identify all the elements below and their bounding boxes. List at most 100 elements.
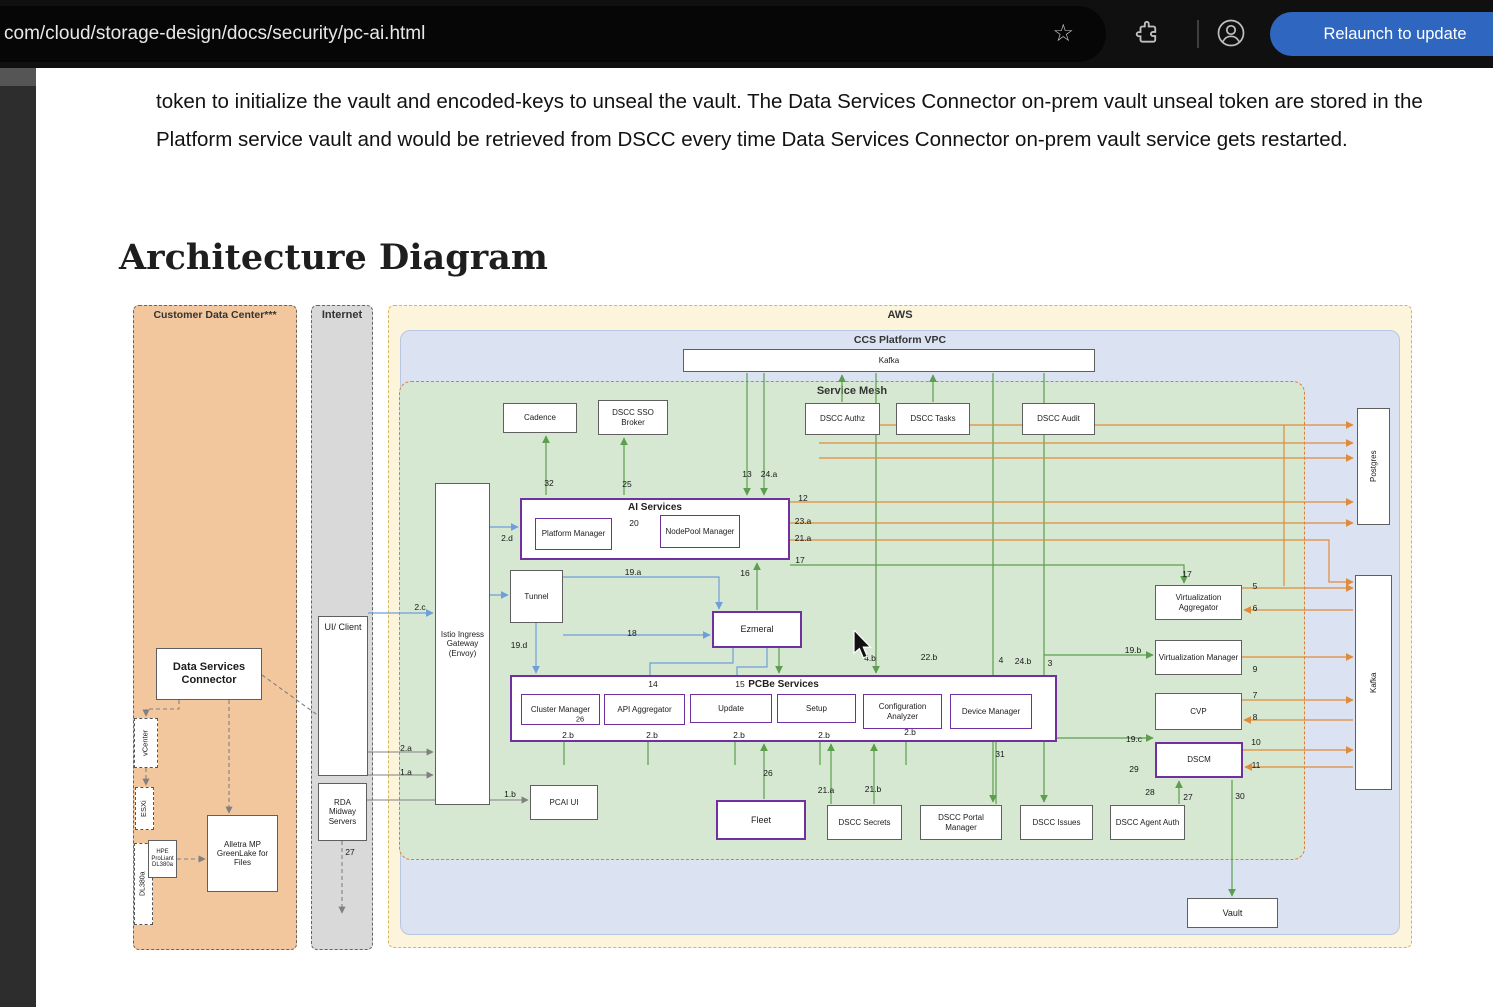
- edge-label-1b: 1.b: [504, 789, 516, 799]
- edge-label-19c: 19.c: [1126, 734, 1142, 744]
- edge-label-21a-bot: 21.a: [818, 785, 835, 795]
- extensions-button[interactable]: [1134, 20, 1162, 48]
- node-vcenter: vCenter: [134, 718, 158, 768]
- edge-label-32: 32: [544, 478, 553, 488]
- edge-label-24a: 24.a: [761, 469, 778, 479]
- edge-label-12: 12: [798, 493, 807, 503]
- window-edge-strip: [0, 68, 36, 1007]
- browser-window: com/cloud/storage-design/docs/security/p…: [0, 0, 1493, 1007]
- edge-label-1a: 1.a: [400, 767, 412, 777]
- toolbar-divider: [1197, 20, 1199, 48]
- edge-label-17-left: 17: [795, 555, 804, 565]
- edge-label-22b: 22.b: [921, 652, 938, 662]
- edge-label-21a-top: 21.a: [795, 533, 812, 543]
- node-device-manager: Device Manager: [950, 694, 1032, 729]
- node-hpe-proliant: HPE ProLiant DL380a: [148, 840, 177, 878]
- architecture-diagram: Customer Data Center*** Internet AWS CCS…: [119, 295, 1413, 955]
- node-configuration-analyzer: Configuration Analyzer: [863, 694, 942, 729]
- node-ai-services-label: AI Services: [522, 502, 788, 514]
- node-cluster-manager: Cluster Manager: [521, 694, 600, 725]
- edge-label-9: 9: [1253, 664, 1258, 674]
- node-kafka-store: Kafka: [1355, 575, 1392, 790]
- edge-label-10: 10: [1251, 737, 1260, 747]
- node-ui-client: UI/ Client: [318, 616, 368, 776]
- page-title: Architecture Diagram: [119, 237, 548, 278]
- node-dscc-agent-auth: DSCC Agent Auth: [1110, 805, 1185, 840]
- edge-label-2b-1: 2.b: [562, 730, 574, 740]
- edge-label-23a: 23.a: [795, 516, 812, 526]
- node-update: Update: [690, 694, 772, 723]
- node-dscc-tasks: DSCC Tasks: [896, 403, 970, 435]
- edge-label-8: 8: [1253, 712, 1258, 722]
- edge-label-19b: 19.b: [1125, 645, 1142, 655]
- node-dscm: DSCM: [1155, 742, 1243, 778]
- edge-label-2b-3: 2.b: [733, 730, 745, 740]
- node-esxi: ESXi: [135, 787, 154, 830]
- node-pcai-ui: PCAI UI: [530, 785, 598, 820]
- edge-label-2b-4: 2.b: [818, 730, 830, 740]
- node-setup: Setup: [777, 694, 856, 723]
- edge-label-4: 4: [999, 655, 1004, 665]
- edge-label-28: 28: [1145, 787, 1154, 797]
- edge-label-3: 3: [1048, 658, 1053, 668]
- edge-label-16: 16: [740, 568, 749, 578]
- relaunch-button[interactable]: Relaunch to update: [1270, 12, 1493, 56]
- url-text[interactable]: com/cloud/storage-design/docs/security/p…: [4, 6, 425, 62]
- node-data-services-connector: Data Services Connector: [156, 648, 262, 700]
- node-ezmeral: Ezmeral: [712, 611, 802, 648]
- edge-label-21b: 21.b: [865, 784, 882, 794]
- edge-label-18: 18: [627, 628, 636, 638]
- edge-label-20: 20: [629, 518, 638, 528]
- profile-button[interactable]: [1216, 18, 1244, 46]
- node-dscc-authz: DSCC Authz: [805, 403, 880, 435]
- node-tunnel: Tunnel: [510, 570, 563, 623]
- node-fleet: Fleet: [716, 800, 806, 840]
- edge-label-6: 6: [1253, 603, 1258, 613]
- edge-label-2c: 2.c: [414, 602, 425, 612]
- node-dscc-audit: DSCC Audit: [1022, 403, 1095, 435]
- edge-label-19a: 19.a: [625, 567, 642, 577]
- edge-label-5: 5: [1253, 581, 1258, 591]
- edge-label-29: 29: [1129, 764, 1138, 774]
- node-alletra: Alletra MP GreenLake for Files: [207, 815, 278, 892]
- edge-label-13: 13: [742, 469, 751, 479]
- node-pcbe-services-label: PCBe Services: [512, 679, 1055, 691]
- mouse-cursor: [852, 630, 874, 660]
- node-api-aggregator: API Aggregator: [604, 694, 685, 725]
- browser-toolbar: com/cloud/storage-design/docs/security/p…: [0, 0, 1493, 68]
- node-nodepool-manager: NodePool Manager: [660, 515, 740, 548]
- node-dscc-portal-manager: DSCC Portal Manager: [920, 805, 1002, 840]
- edge-label-17-right: 17: [1182, 569, 1191, 579]
- node-dscc-sso-broker: DSCC SSO Broker: [598, 400, 668, 435]
- address-bar[interactable]: com/cloud/storage-design/docs/security/p…: [0, 6, 1106, 62]
- node-virtualization-manager: Virtualization Manager: [1155, 640, 1242, 675]
- edge-label-24b: 24.b: [1015, 656, 1032, 666]
- profile-icon: [1216, 18, 1246, 48]
- node-dscc-issues: DSCC Issues: [1020, 805, 1093, 840]
- body-paragraph: token to initialize the vault and encode…: [156, 83, 1428, 159]
- edge-label-2a: 2.a: [400, 743, 412, 753]
- node-rda-midway: RDA Midway Servers: [318, 783, 367, 841]
- puzzle-icon: [1134, 20, 1160, 46]
- edge-label-15: 15: [735, 679, 744, 689]
- bookmark-star-icon[interactable]: ☆: [1052, 19, 1074, 48]
- node-virtualization-aggregator: Virtualization Aggregator: [1155, 585, 1242, 620]
- edge-label-31: 31: [995, 749, 1004, 759]
- edge-label-14: 14: [648, 679, 657, 689]
- edge-label-2b-5: 2.b: [904, 727, 916, 737]
- edge-label-2b-2: 2.b: [646, 730, 658, 740]
- edge-label-26-fleet: 26: [763, 768, 772, 778]
- edge-label-26-cluster: 26: [576, 715, 584, 724]
- edge-label-27-internet: 27: [345, 847, 354, 857]
- edge-label-11: 11: [1252, 760, 1261, 770]
- node-vault: Vault: [1187, 898, 1278, 928]
- node-kafka-bus: Kafka: [683, 349, 1095, 372]
- node-cadence: Cadence: [503, 403, 577, 433]
- node-platform-manager: Platform Manager: [535, 518, 612, 550]
- node-postgres: Postgres: [1357, 408, 1390, 525]
- edge-label-2d: 2.d: [501, 533, 513, 543]
- node-dscc-secrets: DSCC Secrets: [827, 805, 902, 840]
- edge-label-25: 25: [622, 479, 631, 489]
- node-istio-gateway: Istio Ingress Gateway (Envoy): [435, 483, 490, 805]
- edge-label-30: 30: [1235, 791, 1244, 801]
